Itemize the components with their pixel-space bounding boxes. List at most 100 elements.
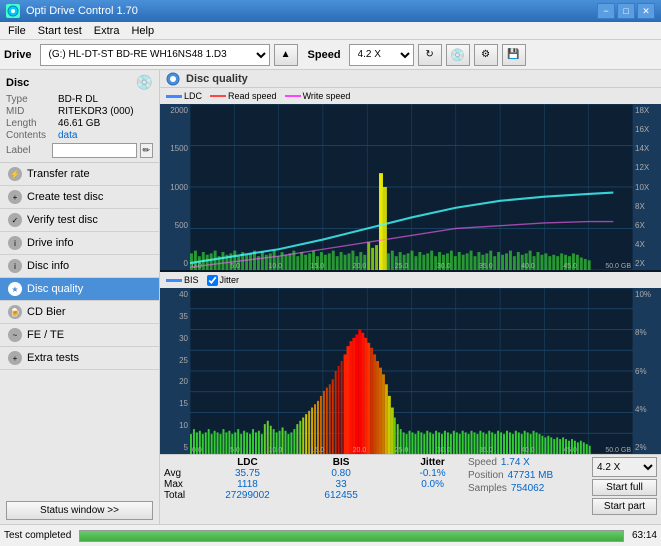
y-axis-left-1: 2000 1500 1000 500 0 [160,104,190,270]
disc-contents-label: Contents [6,130,58,141]
chart-icon [166,72,180,86]
sidebar-item-create-test-disc[interactable]: + Create test disc [0,186,159,209]
disc-header: Disc 💿 [6,74,153,91]
sidebar-item-fe-te[interactable]: ~ FE / TE [0,324,159,347]
stats-max-jitter: 0.0% [401,479,464,490]
stats-avg-bis: 0.80 [301,468,381,479]
disc-contents-row: Contents data [6,130,153,141]
start-part-button[interactable]: Start part [592,498,657,515]
speed-select[interactable]: 4.2 X [349,44,414,66]
drive-select[interactable]: (G:) HL-DT-ST BD-RE WH16NS48 1.D3 [40,44,270,66]
y-axis-right-1: 18X 16X 14X 12X 10X 8X 6X 4X 2X [633,104,661,270]
menu-help[interactable]: Help [125,24,160,38]
content-area: Disc quality LDC Read speed [160,70,661,524]
write-speed-legend-label: Write speed [303,91,351,101]
progress-fill [80,531,623,541]
disc-quality-icon: ★ [8,282,22,296]
test-speed-select[interactable]: 4.2 X [592,457,657,477]
maximize-button[interactable]: □ [617,3,635,19]
stats-total-bis: 612455 [301,490,381,501]
disc-label-row: Label ✏ [6,143,153,158]
drive-label: Drive [4,49,32,61]
sidebar-item-verify-test-disc[interactable]: ✓ Verify test disc [0,209,159,232]
bis-legend-label: BIS [184,275,199,285]
sidebar-item-label-extra-tests: Extra tests [27,352,79,364]
app-title: Opti Drive Control 1.70 [26,5,138,17]
stats-max-bis: 33 [301,479,381,490]
bis-legend-color [166,279,182,282]
stats-table: LDC BIS Jitter Avg 35.75 0.80 -0.1% [164,457,464,501]
stats-header-empty2 [381,457,401,468]
read-speed-legend-label: Read speed [228,91,277,101]
toolbar: Drive (G:) HL-DT-ST BD-RE WH16NS48 1.D3 … [0,40,661,70]
sidebar-item-cd-bier[interactable]: 🍺 CD Bier [0,301,159,324]
disc-icon: 💿 [136,74,153,91]
stats-header-ldc: LDC [194,457,301,468]
disc-length-row: Length 46.61 GB [6,118,153,129]
refresh-button[interactable]: ↻ [418,44,442,66]
sidebar-item-label-cd-bier: CD Bier [27,306,66,318]
stats-avg-ldc: 35.75 [194,468,301,479]
close-button[interactable]: ✕ [637,3,655,19]
time-display: 63:14 [632,530,657,541]
sidebar-item-label-disc-info: Disc info [27,260,69,272]
menu-bar: File Start test Extra Help [0,22,661,40]
samples-stat-row: Samples 754062 [468,483,588,494]
status-window-button[interactable]: Status window >> [6,501,153,520]
sidebar-item-label-create-test-disc: Create test disc [27,191,103,203]
disc-label-label: Label [6,145,52,156]
eject-button[interactable]: ▲ [274,44,298,66]
write-speed-legend: Write speed [285,91,351,101]
stats-bar: LDC BIS Jitter Avg 35.75 0.80 -0.1% [160,454,661,524]
menu-file[interactable]: File [2,24,32,38]
action-buttons: 4.2 X Start full Start part [592,457,657,515]
jitter-checkbox[interactable] [207,275,218,286]
disc-type-row: Type BD-R DL [6,94,153,105]
stats-avg-jitter: -0.1% [401,468,464,479]
minimize-button[interactable]: − [597,3,615,19]
ldc-legend: LDC [166,91,202,101]
create-test-disc-icon: + [8,190,22,204]
settings-button[interactable]: ⚙ [474,44,498,66]
disc-mid-label: MID [6,106,58,117]
jitter-check-item: Jitter [207,275,240,286]
cd-bier-icon: 🍺 [8,305,22,319]
menu-start-test[interactable]: Start test [32,24,88,38]
charts-container: LDC Read speed Write speed 2000 [160,88,661,454]
burn-button[interactable]: 💿 [446,44,470,66]
samples-stat-label: Samples [468,483,507,494]
chart2-legend: BIS Jitter [160,272,661,288]
y-axis-left-2: 40 35 30 25 20 15 10 5 [160,288,190,454]
chart2-svg [190,288,633,454]
chart1-canvas: 0.0 5.0 10.0 15.0 20.0 25.0 30.0 35.0 40… [190,104,633,270]
stats-table-container: LDC BIS Jitter Avg 35.75 0.80 -0.1% [164,457,464,501]
read-speed-legend-color [210,95,226,97]
sidebar-item-disc-info[interactable]: i Disc info [0,255,159,278]
stats-max-row: Max 1118 33 0.0% [164,479,464,490]
start-full-button[interactable]: Start full [592,479,657,496]
stats-max-ldc: 1118 [194,479,301,490]
sidebar-item-drive-info[interactable]: i Drive info [0,232,159,255]
sidebar-item-extra-tests[interactable]: + Extra tests [0,347,159,370]
sidebar: Disc 💿 Type BD-R DL MID RITEKDR3 (000) L… [0,70,160,524]
y-axis-right-2: 10% 8% 6% 4% 2% [633,288,661,454]
stats-total-row: Total 27299002 612455 [164,490,464,501]
sidebar-item-transfer-rate[interactable]: ⚡ Transfer rate [0,163,159,186]
title-bar-left: Opti Drive Control 1.70 [6,4,138,18]
disc-label-button[interactable]: ✏ [140,143,153,158]
disc-label-input[interactable] [52,143,137,158]
speed-stat-row: Speed 1.74 X [468,457,588,468]
disc-type-label: Type [6,94,58,105]
menu-extra[interactable]: Extra [88,24,126,38]
sidebar-item-disc-quality[interactable]: ★ Disc quality [0,278,159,301]
drive-info-icon: i [8,236,22,250]
disc-length-label: Length [6,118,58,129]
disc-info-icon: i [8,259,22,273]
disc-type-value: BD-R DL [58,94,98,105]
speed-stat-label: Speed [468,457,497,468]
chart1-svg [190,104,633,270]
stats-total-label: Total [164,490,194,501]
sidebar-item-label-verify-test-disc: Verify test disc [27,214,98,226]
nav-items: ⚡ Transfer rate + Create test disc ✓ Ver… [0,163,159,497]
save-button[interactable]: 💾 [502,44,526,66]
